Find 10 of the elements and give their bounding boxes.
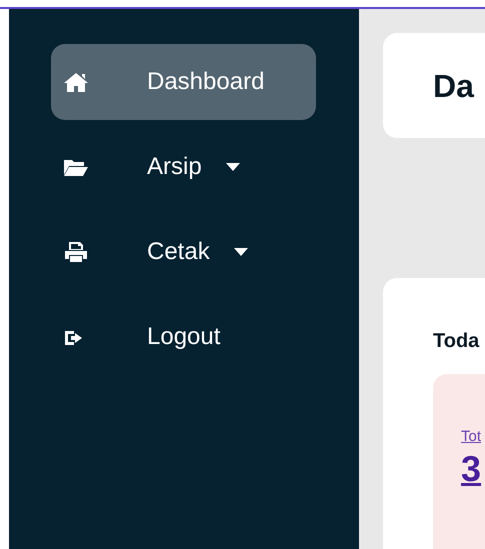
sidebar-item[interactable]: Dashboard <box>51 44 316 120</box>
sidebar-item[interactable]: Cetak <box>51 214 316 290</box>
stat-link[interactable]: Tot <box>461 426 485 448</box>
home-icon <box>63 71 89 93</box>
section-title: Toda <box>433 329 480 354</box>
stat-value[interactable]: 3 <box>461 448 482 488</box>
page-title: Da <box>433 66 474 106</box>
sidebar-item[interactable]: Arsip <box>51 129 316 205</box>
sidebar-item[interactable]: Logout <box>51 299 316 375</box>
printer-icon <box>63 241 89 263</box>
